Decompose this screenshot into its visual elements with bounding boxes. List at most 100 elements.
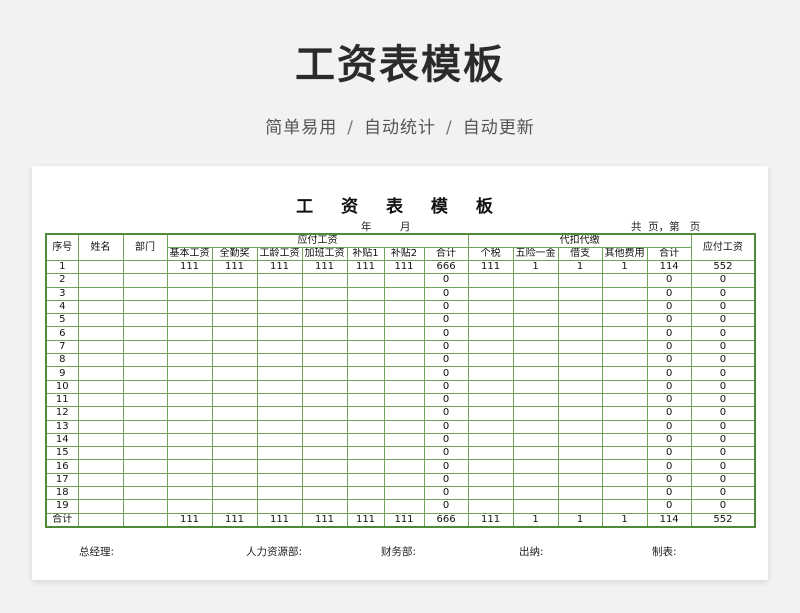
row-payable-cell[interactable]	[346, 273, 385, 288]
row-deduct-cell[interactable]	[512, 326, 559, 341]
row-payable-cell[interactable]	[383, 366, 425, 381]
row-payable-cell[interactable]	[256, 313, 303, 328]
row-deduct-cell[interactable]	[467, 419, 514, 434]
row-deduct-cell[interactable]	[512, 299, 559, 315]
row-payable-cell[interactable]	[346, 459, 385, 474]
row-payable-cell[interactable]: 666	[423, 259, 469, 275]
row-payable-cell[interactable]	[301, 273, 348, 288]
row-payable-cell[interactable]	[211, 499, 258, 514]
row-deduct-cell[interactable]	[467, 472, 514, 488]
row-payable-cell[interactable]	[256, 499, 303, 514]
row-deduct-cell[interactable]: 0	[646, 392, 692, 408]
row-payable-cell[interactable]: 0	[423, 406, 469, 421]
row-deduct-cell[interactable]	[467, 392, 514, 408]
row-dept-cell[interactable]	[122, 472, 168, 488]
row-payable-cell[interactable]	[256, 273, 303, 288]
row-payable-cell[interactable]	[211, 459, 258, 474]
row-deduct-cell[interactable]	[512, 486, 559, 501]
row-payable-cell[interactable]	[383, 406, 425, 421]
row-payable-cell[interactable]: 111	[301, 259, 348, 275]
row-deduct-cell[interactable]	[467, 273, 514, 288]
row-payable-cell[interactable]	[256, 339, 303, 355]
row-deduct-cell[interactable]	[512, 446, 559, 461]
row-payable-cell[interactable]: 0	[423, 339, 469, 355]
row-payable-cell[interactable]	[211, 286, 258, 301]
row-payable-cell[interactable]: 0	[423, 419, 469, 434]
row-payable-cell[interactable]	[166, 286, 213, 301]
row-deduct-cell[interactable]	[601, 406, 648, 421]
row-deduct-cell[interactable]	[601, 339, 648, 355]
row-payable-cell[interactable]	[256, 286, 303, 301]
row-payable-cell[interactable]: 0	[423, 446, 469, 461]
row-payable-cell[interactable]	[166, 339, 213, 355]
row-payable-cell[interactable]	[166, 459, 213, 474]
row-payable-cell[interactable]	[383, 353, 425, 368]
row-deduct-cell[interactable]	[467, 432, 514, 448]
row-payable-cell[interactable]	[383, 273, 425, 288]
row-deduct-cell[interactable]: 0	[646, 499, 692, 514]
row-deduct-cell[interactable]	[601, 446, 648, 461]
row-dept-cell[interactable]	[122, 339, 168, 355]
row-payable-cell[interactable]: 0	[423, 432, 469, 448]
row-name-cell[interactable]	[77, 446, 124, 461]
row-payable-cell[interactable]	[166, 432, 213, 448]
row-payable-cell[interactable]	[383, 286, 425, 301]
row-name-cell[interactable]	[77, 486, 124, 501]
row-deduct-cell[interactable]	[557, 273, 603, 288]
row-deduct-cell[interactable]	[467, 326, 514, 341]
row-payable-cell[interactable]	[211, 326, 258, 341]
row-deduct-cell[interactable]	[557, 392, 603, 408]
row-payable-cell[interactable]	[346, 406, 385, 421]
row-deduct-cell[interactable]	[512, 472, 559, 488]
row-deduct-cell[interactable]: 0	[646, 366, 692, 381]
row-name-cell[interactable]	[77, 432, 124, 448]
row-deduct-cell[interactable]: 1	[557, 259, 603, 275]
row-payable-cell[interactable]	[256, 379, 303, 394]
row-deduct-cell[interactable]	[557, 326, 603, 341]
row-deduct-cell[interactable]	[512, 366, 559, 381]
row-deduct-cell[interactable]	[512, 499, 559, 514]
row-payable-cell[interactable]	[346, 299, 385, 315]
row-payable-cell[interactable]	[256, 419, 303, 434]
row-deduct-cell[interactable]	[512, 406, 559, 421]
row-payable-cell[interactable]	[211, 299, 258, 315]
row-deduct-cell[interactable]	[512, 353, 559, 368]
row-deduct-cell[interactable]: 0	[646, 406, 692, 421]
row-payable-cell[interactable]	[166, 472, 213, 488]
row-name-cell[interactable]	[77, 459, 124, 474]
row-deduct-cell[interactable]	[601, 366, 648, 381]
row-payable-cell[interactable]	[301, 353, 348, 368]
row-name-cell[interactable]	[77, 259, 124, 275]
row-payable-cell[interactable]	[383, 472, 425, 488]
row-deduct-cell[interactable]	[512, 273, 559, 288]
row-payable-cell[interactable]	[346, 366, 385, 381]
row-payable-cell[interactable]: 0	[423, 392, 469, 408]
row-dept-cell[interactable]	[122, 406, 168, 421]
row-payable-cell[interactable]: 0	[423, 459, 469, 474]
row-dept-cell[interactable]	[122, 366, 168, 381]
row-payable-cell[interactable]: 111	[383, 259, 425, 275]
row-payable-cell[interactable]: 0	[423, 366, 469, 381]
row-deduct-cell[interactable]	[601, 286, 648, 301]
row-deduct-cell[interactable]	[601, 486, 648, 501]
row-payable-cell[interactable]	[346, 379, 385, 394]
row-name-cell[interactable]	[77, 299, 124, 315]
row-deduct-cell[interactable]	[601, 432, 648, 448]
row-payable-cell[interactable]	[383, 392, 425, 408]
row-payable-cell[interactable]	[256, 472, 303, 488]
row-payable-cell[interactable]	[211, 313, 258, 328]
row-payable-cell[interactable]	[256, 353, 303, 368]
row-payable-cell[interactable]	[346, 326, 385, 341]
row-name-cell[interactable]	[77, 419, 124, 434]
row-payable-cell[interactable]	[211, 472, 258, 488]
row-payable-cell[interactable]	[301, 406, 348, 421]
row-payable-cell[interactable]	[383, 446, 425, 461]
row-deduct-cell[interactable]	[557, 406, 603, 421]
row-payable-cell[interactable]	[301, 379, 348, 394]
row-payable-cell[interactable]: 0	[423, 286, 469, 301]
row-payable-cell[interactable]	[211, 379, 258, 394]
row-deduct-cell[interactable]	[557, 299, 603, 315]
row-dept-cell[interactable]	[122, 499, 168, 514]
row-dept-cell[interactable]	[122, 273, 168, 288]
row-payable-cell[interactable]	[383, 339, 425, 355]
